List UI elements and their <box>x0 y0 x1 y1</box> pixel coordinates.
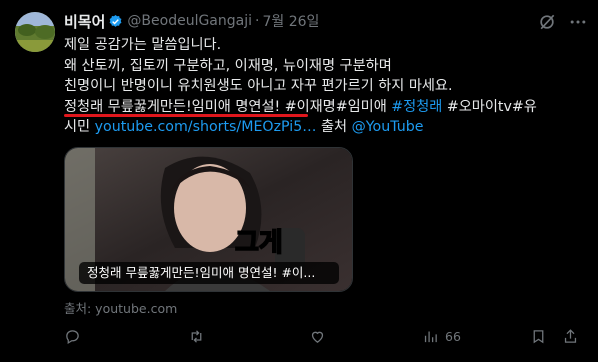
author-handle[interactable]: @BeodeulGangaji <box>127 13 252 29</box>
tweet-header: 비목어 @BeodeulGangaji · 7월 26일 <box>64 11 319 31</box>
separator-dot: · <box>255 13 260 29</box>
grok-icon[interactable] <box>537 12 557 32</box>
avatar-image <box>15 12 55 52</box>
tweet-date[interactable]: 7월 26일 <box>262 11 319 31</box>
hashtag-link[interactable]: #정청래 <box>391 99 442 115</box>
views-button[interactable]: 66 <box>422 326 461 346</box>
mention-link[interactable]: @YouTube <box>352 119 424 135</box>
tweet-text-segment: 정청래 무릎꿇게만든!임미애 명연설! #이재명#임미애 <box>64 98 392 115</box>
heart-icon <box>311 331 324 343</box>
youtube-link[interactable]: youtube.com/shorts/MEOzPi5… <box>95 119 317 135</box>
share-button[interactable] <box>562 326 579 346</box>
tweet-text-line: 왜 산토끼, 집토끼 구분하고, 이재명, 뉴이재명 구분하며 <box>64 57 392 74</box>
like-button[interactable] <box>309 326 332 346</box>
tweet-text-line: 친명이니 반명이니 유치원생도 아니고 자꾸 편가르기 하지 마세요. <box>64 78 453 94</box>
tweet-text-segment: #오마이tv#유 <box>442 98 537 115</box>
reply-button[interactable] <box>64 326 87 346</box>
views-chart-icon <box>424 331 437 342</box>
video-caption: 정청래 무릎꿇게만든!임미애 명연설! #이... <box>79 262 339 284</box>
bookmark-icon <box>533 329 544 343</box>
link-source[interactable]: 출처: youtube.com <box>64 298 177 317</box>
red-underline-annotation <box>64 114 308 117</box>
tweet-actions: 66 <box>64 326 584 346</box>
tweet-text: 제일 공감가는 말씀입니다. 왜 산토끼, 집토끼 구분하고, 이재명, 뉴이재… <box>64 35 584 138</box>
retweet-button[interactable] <box>188 326 211 346</box>
bookmark-button[interactable] <box>530 326 547 346</box>
share-icon <box>564 328 577 343</box>
tweet-text-segment: 출처 <box>316 119 352 135</box>
view-count: 66 <box>445 328 461 344</box>
tweet-text-segment: 시민 <box>64 119 95 135</box>
video-overlay-text: 그게 <box>235 228 283 258</box>
video-card[interactable]: 그게 정청래 무릎꿇게만든!임미애 명연설! #이... <box>64 147 353 292</box>
tweet-text-line: 제일 공감가는 말씀입니다. <box>64 37 222 53</box>
author-name[interactable]: 비목어 <box>64 11 105 32</box>
tweet-text-line: 시민 youtube.com/shorts/MEOzPi5… 출처 @YouTu… <box>64 117 584 138</box>
reply-icon <box>66 329 79 344</box>
retweet-icon <box>191 329 202 343</box>
more-options-icon[interactable] <box>568 12 588 32</box>
verified-badge-icon <box>110 14 122 27</box>
avatar[interactable] <box>15 12 55 52</box>
